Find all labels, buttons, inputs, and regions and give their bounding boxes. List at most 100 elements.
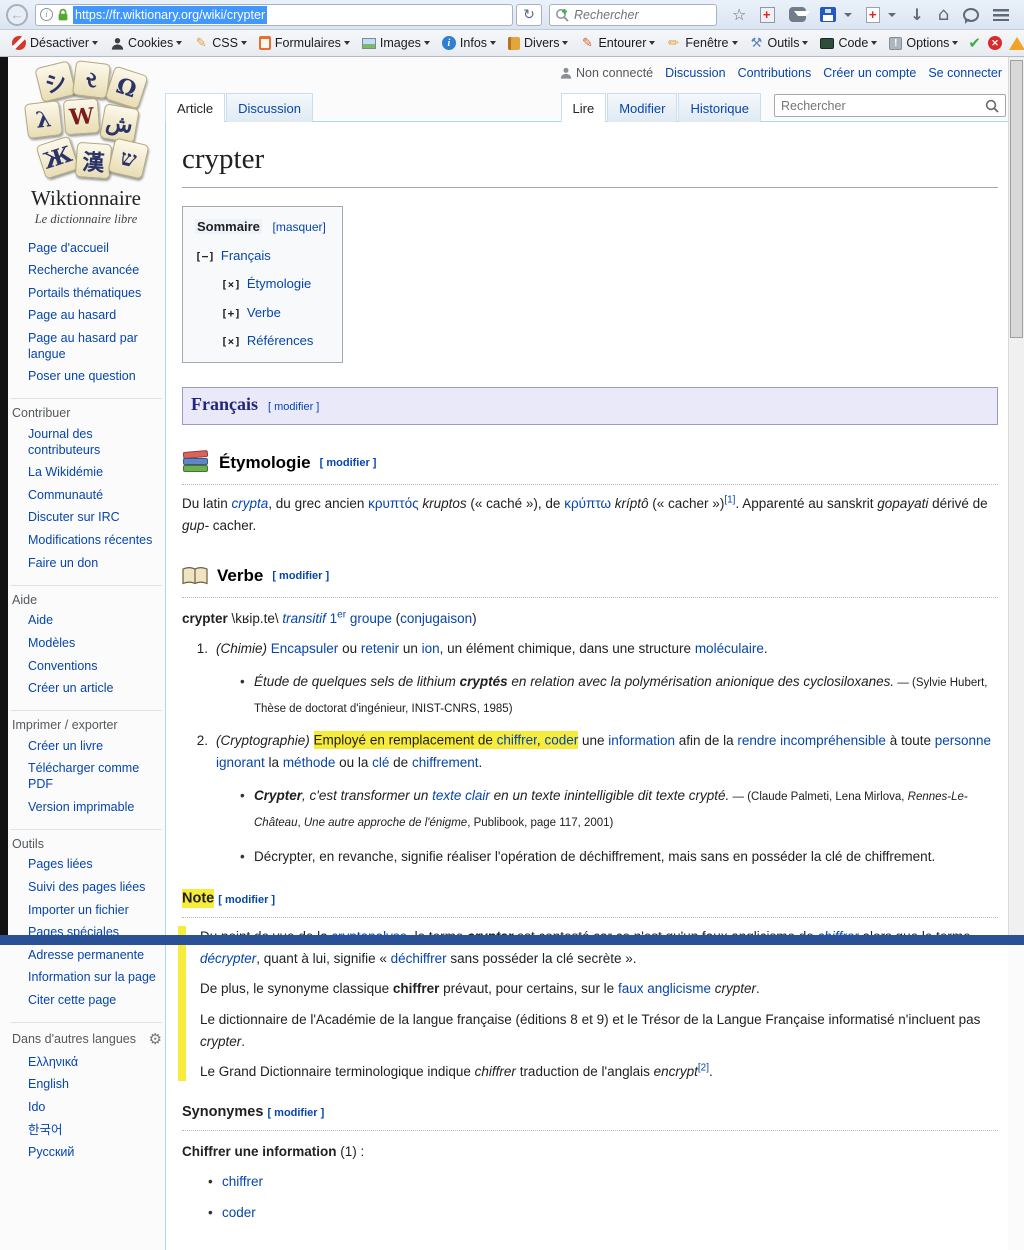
wiktionary-logo[interactable]: シ ર Ω λ W ش Ж 漢 ש xyxy=(16,62,156,222)
addon-dropdown-caret-icon[interactable] xyxy=(888,13,896,17)
inline-link[interactable]: chiffrer xyxy=(222,1171,263,1193)
inline-link[interactable]: clé xyxy=(372,755,389,770)
inline-link[interactable]: information xyxy=(608,733,675,748)
personal-link-creer-un-compte[interactable]: Créer un compte xyxy=(823,66,916,80)
personal-link-contributions[interactable]: Contributions xyxy=(738,66,812,80)
downloads-icon[interactable]: ↓ xyxy=(910,7,923,23)
sidebar-item-communaute[interactable]: Communauté xyxy=(10,484,162,507)
inline-link[interactable]: méthode xyxy=(283,755,336,770)
back-button[interactable]: ← xyxy=(6,4,28,26)
sidebar-item-creer-un-article[interactable]: Créer un article xyxy=(10,678,162,701)
inline-link[interactable]: chiffrer xyxy=(497,731,537,749)
bookmark-star-icon[interactable]: ☆ xyxy=(732,7,746,23)
language-name[interactable]: Français xyxy=(191,390,258,420)
toc-toggle-icon[interactable]: [×] xyxy=(221,335,241,348)
inline-link[interactable]: crypta xyxy=(232,496,269,511)
addon-page-icon[interactable] xyxy=(866,7,880,23)
sidebar-item-recherche-avancee[interactable]: Recherche avancée xyxy=(10,260,162,283)
inline-link[interactable]: moléculaire xyxy=(695,641,764,656)
tab-historique[interactable]: Historique xyxy=(678,93,761,122)
modifier-link[interactable]: [ modifier ] xyxy=(268,398,319,416)
search-icon[interactable] xyxy=(985,99,999,113)
warning-triangle-icon[interactable] xyxy=(1009,37,1024,50)
footnote-ref[interactable]: [1] xyxy=(724,495,735,506)
devbar-item-fenetre[interactable]: ✎Fenêtre xyxy=(662,34,742,52)
tab-lire[interactable]: Lire xyxy=(561,93,607,122)
devbar-item-options[interactable]: !Options xyxy=(884,34,963,52)
url-bar[interactable]: i https://fr.wiktionary.org/wiki/crypter xyxy=(35,4,513,26)
inline-link[interactable]: κρυπτός xyxy=(368,496,418,511)
devbar-item-images[interactable]: Images xyxy=(357,34,435,52)
sidebar-item-adresse-permanente[interactable]: Adresse permanente xyxy=(10,944,162,967)
devbar-item-formulaires[interactable]: Formulaires xyxy=(254,34,355,52)
sidebar-item-modifications-recentes[interactable]: Modifications récentes xyxy=(10,530,162,553)
inline-link[interactable]: transitif xyxy=(282,611,326,626)
inline-link[interactable]: groupe xyxy=(346,611,392,626)
sidebar-item-lang-io[interactable]: Ido xyxy=(10,1096,162,1119)
lock-icon[interactable] xyxy=(57,8,69,22)
sidebar-item-lang-el[interactable]: Ελληνικά xyxy=(10,1051,162,1074)
sidebar-item-telecharger-comme-pdf[interactable]: Télécharger comme PDF xyxy=(10,758,162,796)
sidebar-item-importer-un-fichier[interactable]: Importer un fichier xyxy=(10,899,162,922)
bookmarks-sidebar-icon[interactable] xyxy=(760,7,775,23)
sidebar-item-lang-en[interactable]: English xyxy=(10,1074,162,1097)
inline-link[interactable]: ion xyxy=(422,641,440,656)
toc-toggle-icon[interactable]: [+] xyxy=(221,307,241,320)
tab-modifier[interactable]: Modifier xyxy=(607,93,677,122)
browser-search-input[interactable] xyxy=(574,8,711,22)
tab-article[interactable]: Article xyxy=(165,93,225,122)
inline-link[interactable]: texte clair xyxy=(432,788,490,803)
toc-toggle-icon[interactable]: [−] xyxy=(195,250,215,263)
personal-link-discussion[interactable]: Discussion xyxy=(665,66,725,80)
inline-link[interactable]: coder xyxy=(544,731,578,749)
sidebar-item-aide[interactable]: Aide xyxy=(10,610,162,633)
sidebar-item-suivi-des-pages-liees[interactable]: Suivi des pages liées xyxy=(10,876,162,899)
page-scrollbar[interactable] xyxy=(1008,57,1024,935)
sidebar-item-portails-thematiques[interactable]: Portails thématiques xyxy=(10,282,162,305)
browser-search-box[interactable] xyxy=(549,4,717,26)
sidebar-item-conventions[interactable]: Conventions xyxy=(10,655,162,678)
devbar-item-divers[interactable]: Divers xyxy=(503,34,573,52)
sidebar-item-page-au-hasard[interactable]: Page au hasard xyxy=(10,305,162,328)
modifier-link[interactable]: [ modifier ] xyxy=(267,1107,324,1119)
sidebar-item-version-imprimable[interactable]: Version imprimable xyxy=(10,796,162,819)
sidebar-item-journal-des-contributeurs[interactable]: Journal des contributeurs xyxy=(10,423,162,461)
inline-link[interactable]: retenir xyxy=(361,641,399,656)
toc-toggle-icon[interactable]: [×] xyxy=(221,278,241,291)
sidebar-item-lang-ru[interactable]: Русский xyxy=(10,1142,162,1165)
sidebar-item-information-sur-la-page[interactable]: Information sur la page xyxy=(10,967,162,990)
tab-discussion[interactable]: Discussion xyxy=(226,93,313,122)
sidebar-item-modeles[interactable]: Modèles xyxy=(10,632,162,655)
inline-link[interactable]: chiffrement xyxy=(412,755,479,770)
url-text[interactable]: https://fr.wiktionary.org/wiki/crypter xyxy=(73,6,267,24)
inline-link[interactable]: Encapsuler xyxy=(271,641,339,656)
wiki-search-box[interactable] xyxy=(774,94,1006,117)
inline-link[interactable]: rendre incompréhensible xyxy=(737,733,886,748)
sidebar-item-page-au-hasard-par-langue[interactable]: Page au hasard par langue xyxy=(10,328,162,366)
reload-button[interactable]: ↻ xyxy=(516,4,542,26)
personal-link-se-connecter[interactable]: Se connecter xyxy=(928,66,1002,80)
devbar-item-infos[interactable]: iInfos xyxy=(437,34,501,52)
devbar-item-entourer[interactable]: ✎Entourer xyxy=(575,34,660,52)
home-icon[interactable]: ⌂ xyxy=(938,7,949,23)
inline-link[interactable]: conjugaison xyxy=(400,611,472,626)
wiki-search-input[interactable] xyxy=(781,99,985,113)
inline-link[interactable]: faux anglicisme xyxy=(618,981,711,996)
modifier-link[interactable]: [ modifier ] xyxy=(272,567,329,585)
footnote-ref[interactable]: [2] xyxy=(698,1063,709,1074)
inline-link[interactable]: κρύπτω xyxy=(564,496,611,511)
sidebar-item-creer-un-livre[interactable]: Créer un livre xyxy=(10,735,162,758)
sidebar-item-page-daccueil[interactable]: Page d'accueil xyxy=(10,237,162,260)
toc-hide-link[interactable]: [masquer] xyxy=(273,220,326,234)
save-session-icon[interactable] xyxy=(820,7,836,22)
sidebar-item-discuter-sur-irc[interactable]: Discuter sur IRC xyxy=(10,507,162,530)
save-dropdown-caret-icon[interactable] xyxy=(844,13,852,17)
sidebar-item-pages-liees[interactable]: Pages liées xyxy=(10,854,162,877)
scrollbar-thumb[interactable] xyxy=(1010,60,1023,338)
valid-check-icon[interactable]: ✔ xyxy=(968,34,981,52)
devbar-item-desactiver[interactable]: Désactiver xyxy=(7,34,103,52)
modifier-link[interactable]: [ modifier ] xyxy=(320,454,377,472)
inline-link[interactable]: décrypter xyxy=(200,951,256,966)
site-info-icon[interactable]: i xyxy=(40,8,53,21)
chat-bubble-icon[interactable] xyxy=(963,8,979,22)
